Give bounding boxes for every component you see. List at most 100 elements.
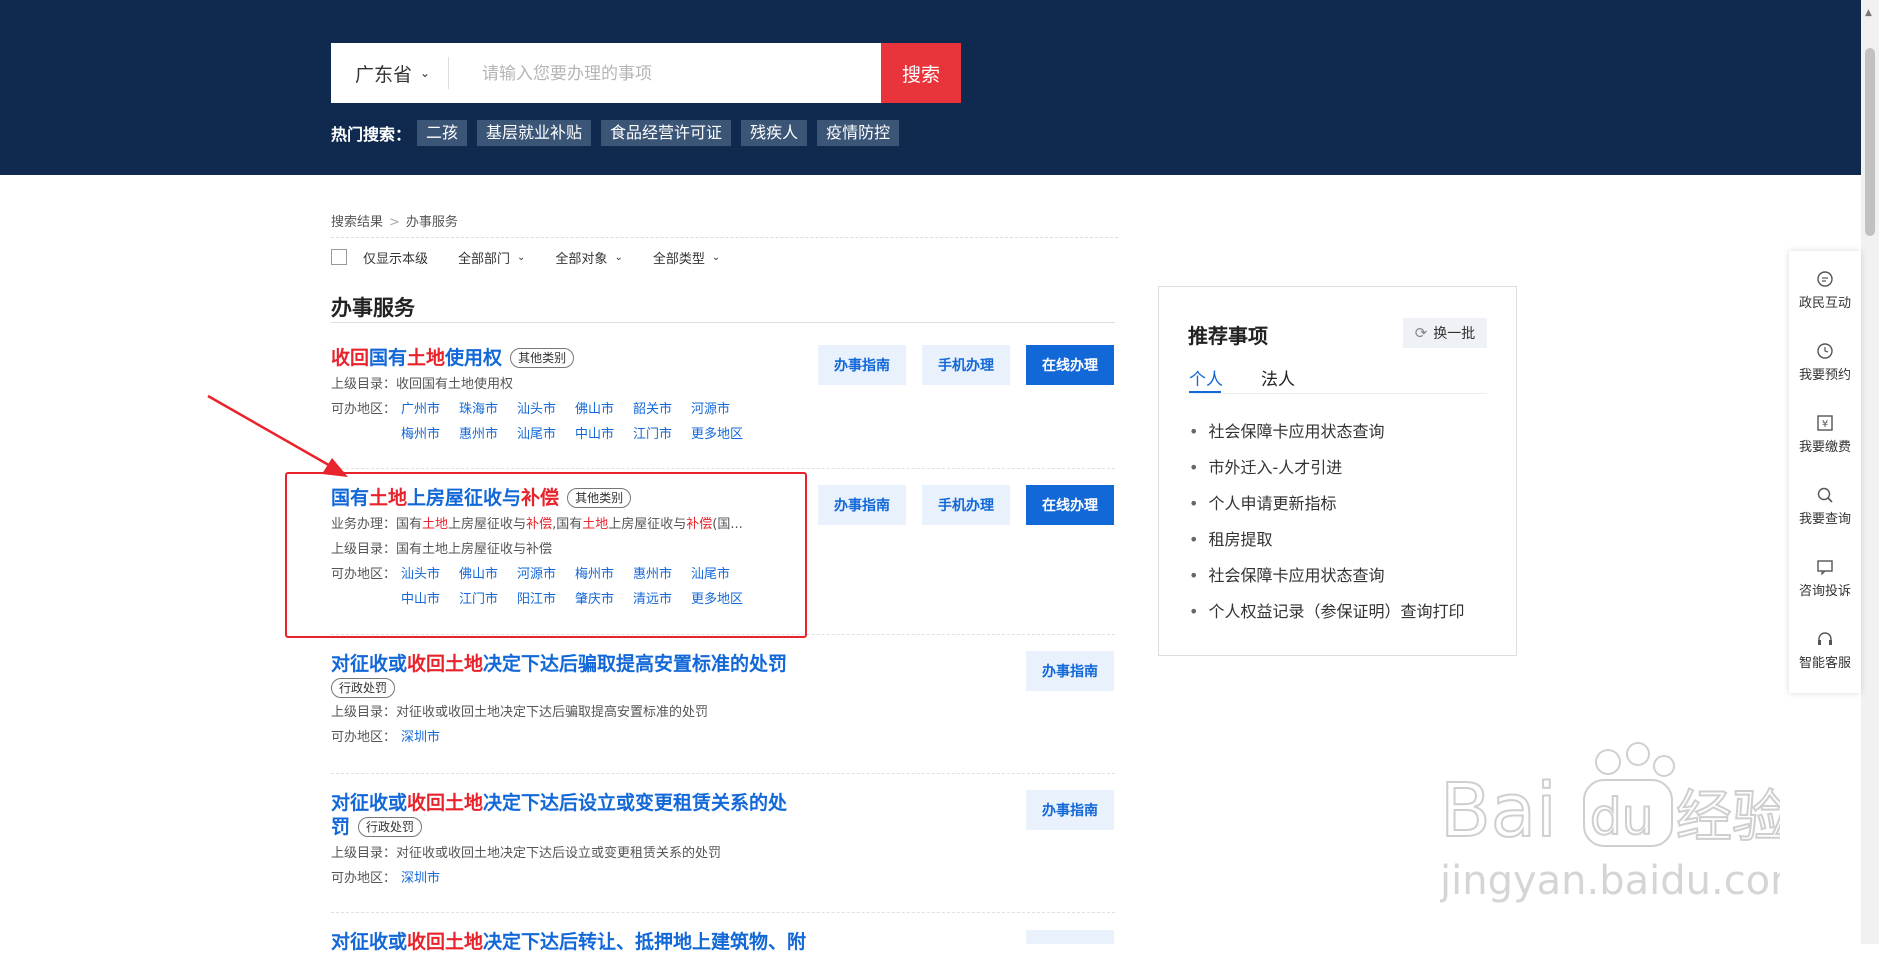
message-icon — [1817, 560, 1833, 576]
clock-icon — [1817, 343, 1833, 359]
guide-button[interactable]: 办事指南 — [1026, 651, 1114, 691]
floating-sidebar: 政民互动 我要预约 ¥ 我要缴费 我要查询 咨询投诉 智能客服 — [1789, 251, 1861, 693]
scroll-thumb[interactable] — [1865, 48, 1875, 236]
search-box: 广东省 ⌄ — [331, 43, 961, 105]
hot-tag[interactable]: 基层就业补贴 — [477, 119, 592, 146]
area-link[interactable]: 梅州市 — [401, 425, 440, 445]
tab-legal-entity[interactable]: 法人 — [1261, 365, 1295, 390]
area-link[interactable]: 韶关市 — [633, 400, 672, 420]
sidebar-label: 智能客服 — [1798, 656, 1851, 671]
guide-button[interactable]: 办事指南 — [818, 345, 906, 385]
only-local-label[interactable]: 仅显示本级 — [363, 248, 428, 267]
refresh-label: 换一批 — [1433, 326, 1476, 342]
area-link[interactable]: 中山市 — [575, 425, 614, 445]
result-title[interactable]: 对征收或收回土地决定下达后骗取提高安置标准的处罚 — [331, 652, 1115, 676]
baidu-jingyan-watermark: Bai du 经验 jingyan.baidu.com — [1440, 742, 1780, 904]
online-button[interactable]: 在线办理 — [1026, 485, 1114, 525]
area-link[interactable]: 惠州市 — [459, 425, 498, 445]
hot-tag[interactable]: 食品经营许可证 — [601, 119, 732, 146]
title-text: 对征收或 — [331, 792, 408, 814]
filter-bar: 仅显示本级 全部部门 ⌄ 全部对象 ⌄ 全部类型 ⌄ — [331, 247, 750, 267]
result-title[interactable]: 对征收或收回土地决定下达后设立或变更租赁关系的处 — [331, 791, 1115, 815]
type-filter[interactable]: 全部类型 ⌄ — [653, 248, 720, 267]
hot-tag[interactable]: 疫情防控 — [817, 119, 900, 146]
search-input[interactable] — [480, 43, 904, 105]
chevron-down-icon: ⌄ — [420, 66, 431, 80]
divider — [331, 912, 1115, 913]
area-link[interactable]: 珠海市 — [459, 400, 498, 420]
sidebar-label: 政民互动 — [1798, 296, 1851, 311]
online-button[interactable]: 在线办理 — [1026, 345, 1114, 385]
recommend-item[interactable]: 社会保障卡应用状态查询 — [1189, 558, 1464, 594]
sidebar-label: 咨询投诉 — [1798, 584, 1851, 599]
hot-tag[interactable]: 二孩 — [417, 119, 468, 146]
type-filter-label: 全部类型 — [652, 251, 705, 267]
headset-icon — [1818, 632, 1832, 645]
guide-button[interactable] — [1026, 930, 1114, 944]
tab-personal[interactable]: 个人 — [1189, 365, 1223, 390]
result-item: 对征收或收回土地决定下达后设立或变更租赁关系的处 罚行政处罚 上级目录：对征收或… — [331, 791, 1115, 889]
result-title-line2[interactable]: 罚行政处罚 — [331, 815, 1115, 839]
area-link[interactable]: 河源市 — [691, 400, 730, 420]
scrollbar[interactable]: ▲ — [1861, 0, 1879, 944]
recommend-title: 推荐事项 — [1188, 324, 1268, 348]
search-button[interactable]: 搜索 — [881, 43, 961, 103]
title-text: 国有 — [369, 347, 408, 369]
refresh-button[interactable]: ⟳ 换一批 — [1403, 318, 1487, 348]
area-link[interactable]: 深圳市 — [401, 869, 440, 889]
area-more-link[interactable]: 更多地区 — [691, 425, 743, 445]
scroll-up-icon[interactable]: ▲ — [1865, 8, 1872, 18]
guide-button[interactable]: 办事指南 — [818, 485, 906, 525]
recommend-item[interactable]: 租房提取 — [1189, 522, 1464, 558]
areas-label: 可办地区： — [331, 730, 397, 745]
sidebar-label: 我要缴费 — [1798, 440, 1851, 455]
title-text: 使用权 — [445, 347, 503, 369]
parent-directory: 上级目录：对征收或收回土地决定下达后骗取提高安置标准的处罚 — [331, 703, 1115, 723]
recommend-item[interactable]: 个人权益记录（参保证明）查询打印 — [1189, 594, 1464, 630]
area-list: 可办地区： 深圳市 — [331, 869, 1115, 889]
chevron-down-icon: ⌄ — [517, 251, 526, 263]
sidebar-item-appointment[interactable]: 我要预约 — [1789, 341, 1861, 383]
area-link[interactable]: 江门市 — [633, 425, 672, 445]
area-link[interactable]: 汕尾市 — [517, 425, 556, 445]
title-highlight: 土地 — [445, 792, 484, 814]
svg-text:du: du — [1590, 788, 1653, 846]
title-highlight: 土地 — [407, 347, 446, 369]
sidebar-item-service[interactable]: 智能客服 — [1789, 629, 1861, 671]
area-list: 可办地区： 深圳市 — [331, 728, 1115, 748]
sidebar-item-payment[interactable]: ¥ 我要缴费 — [1789, 413, 1861, 455]
sidebar-label: 我要查询 — [1798, 512, 1851, 527]
area-list: 可办地区： 广州市 珠海市 汕头市 佛山市 韶关市 河源市 梅州市 惠州市 汕尾… — [331, 400, 1115, 445]
area-link[interactable]: 汕头市 — [517, 400, 556, 420]
svg-text:经验: 经验 — [1676, 785, 1780, 850]
badge-row: 行政处罚 — [331, 678, 1115, 698]
title-text: 决定下达后设立或变更租赁关系的处 — [483, 792, 788, 814]
target-filter[interactable]: 全部对象 ⌄ — [555, 248, 622, 267]
mobile-button[interactable]: 手机办理 — [922, 485, 1010, 525]
recommend-item[interactable]: 个人申请更新指标 — [1189, 486, 1464, 522]
department-filter[interactable]: 全部部门 ⌄ — [458, 248, 525, 267]
sidebar-item-interaction[interactable]: 政民互动 — [1789, 269, 1861, 311]
divider — [448, 57, 449, 89]
recommend-item[interactable]: 市外迁入-人才引进 — [1189, 450, 1464, 486]
title-text: 决定下达后骗取提高安置标准的处罚 — [483, 653, 788, 675]
sidebar-label: 我要预约 — [1798, 368, 1851, 383]
result-title[interactable]: 对征收或收回土地决定下达后转让、抵押地上建筑物、附 — [331, 930, 1115, 954]
mobile-button[interactable]: 手机办理 — [922, 345, 1010, 385]
sidebar-item-query[interactable]: 我要查询 — [1789, 485, 1861, 527]
area-link[interactable]: 广州市 — [401, 400, 440, 420]
title-highlight: 收回 — [407, 792, 446, 814]
recommend-item[interactable]: 社会保障卡应用状态查询 — [1189, 414, 1464, 450]
highlight-box — [285, 472, 807, 638]
hot-tag[interactable]: 残疾人 — [741, 119, 808, 146]
parent-label: 上级目录： — [331, 705, 397, 720]
breadcrumb-item: 办事服务 — [405, 215, 458, 230]
area-link[interactable]: 佛山市 — [575, 400, 614, 420]
sidebar-item-complaint[interactable]: 咨询投诉 — [1789, 557, 1861, 599]
breadcrumb-separator: > — [389, 215, 400, 230]
payment-icon: ¥ — [1817, 415, 1833, 431]
area-link[interactable]: 深圳市 — [401, 728, 440, 748]
recommend-panel: 推荐事项 ⟳ 换一批 个人 法人 社会保障卡应用状态查询 市外迁入-人才引进 个人… — [1158, 286, 1517, 656]
guide-button[interactable]: 办事指南 — [1026, 790, 1114, 830]
title-text: 罚 — [331, 816, 351, 838]
